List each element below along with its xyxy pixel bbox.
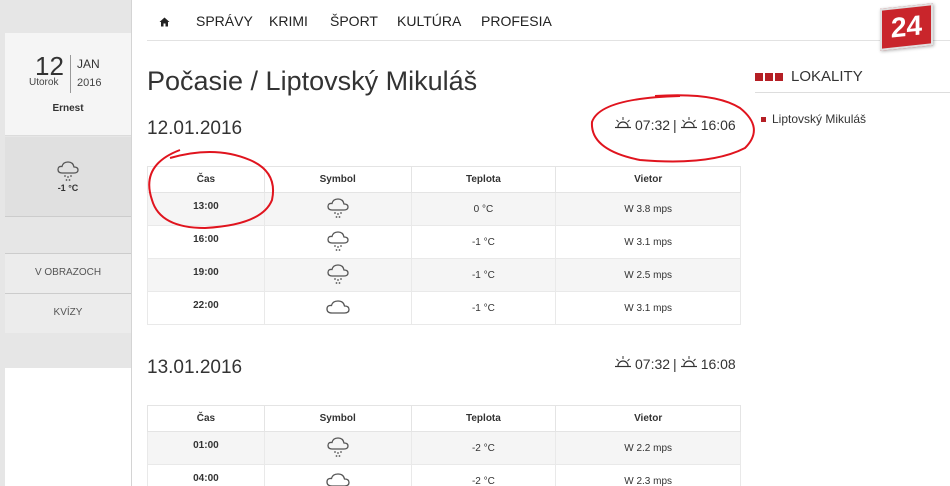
sunrise-icon [614, 355, 632, 372]
row-symbol [263, 258, 412, 292]
rail-link-v-obrazoch[interactable]: V OBRAZOCH [5, 253, 131, 293]
locality-link[interactable]: Liptovský Mikuláš [761, 112, 866, 126]
sun-separator: | [673, 355, 677, 372]
nav-spravy[interactable]: SPRÁVY [196, 13, 253, 29]
nav-sport[interactable]: ŠPORT [330, 13, 378, 29]
page-title: Počasie / Liptovský Mikuláš [147, 66, 478, 96]
snow-cloud-icon [325, 197, 351, 223]
table-row: 16:00 -1 °C W 3.1 mps [147, 225, 741, 259]
row-symbol [263, 192, 412, 226]
snow-cloud-icon [325, 230, 351, 256]
row-wind: W 3.1 mps [555, 291, 741, 325]
localities-heading: LOKALITY [755, 68, 863, 85]
localities-divider [755, 92, 950, 93]
sun-times: 07:32 | 16:06 [614, 116, 736, 133]
col-symbol: Symbol [263, 405, 412, 432]
row-wind: W 2.3 mps [555, 464, 741, 486]
sunset-icon [680, 116, 698, 133]
row-symbol [263, 225, 412, 259]
row-temp: -1 °C [410, 225, 557, 259]
row-temp: 0 °C [410, 192, 557, 226]
day-heading: 12.01.2016 [147, 118, 243, 139]
row-symbol [263, 431, 412, 465]
row-time: 04:00 [147, 464, 265, 486]
home-icon[interactable] [159, 14, 170, 32]
bullet-icon [761, 116, 766, 122]
sunrise-time: 07:32 [635, 116, 671, 133]
date-widget: 12 Utorok JAN 2016 Ernest [5, 33, 131, 136]
col-vietor: Vietor [555, 405, 741, 432]
top-nav: SPRÁVY KRIMI ŠPORT KULTÚRA PROFESIA [147, 0, 950, 41]
snow-cloud-icon [325, 263, 351, 289]
weather-widget[interactable]: -1 °C [5, 137, 131, 217]
col-vietor: Vietor [555, 166, 741, 193]
date-weekday: Utorok [29, 77, 59, 88]
table-row: 01:00 -2 °C W 2.2 mps [147, 431, 741, 465]
sunset-time: 16:08 [700, 355, 736, 372]
row-wind: W 2.5 mps [555, 258, 741, 292]
row-temp: -2 °C [410, 464, 557, 486]
rail-link-kvizy[interactable]: KVÍZY [5, 293, 131, 333]
col-cas: Čas [147, 405, 265, 432]
table-row: 13:00 0 °C W 3.8 mps [147, 192, 741, 226]
col-symbol: Symbol [263, 166, 412, 193]
date-month: JAN [77, 57, 100, 71]
date-divider [70, 55, 71, 93]
sunrise-time: 07:32 [635, 355, 671, 372]
row-symbol [263, 464, 412, 486]
weather-temp: -1 °C [57, 183, 79, 193]
row-time: 19:00 [147, 258, 265, 292]
nav-kultura[interactable]: KULTÚRA [397, 13, 461, 29]
col-teplota: Teplota [410, 166, 557, 193]
row-time: 22:00 [147, 291, 265, 325]
sunset-time: 16:06 [700, 116, 736, 133]
row-symbol [263, 291, 412, 325]
row-temp: -1 °C [410, 258, 557, 292]
snow-cloud-icon [325, 436, 351, 462]
row-wind: W 3.1 mps [555, 225, 741, 259]
table-row: 04:00 -2 °C W 2.3 mps [147, 464, 741, 486]
sun-times: 07:32 | 16:08 [614, 355, 736, 372]
localities-title: LOKALITY [791, 68, 863, 85]
date-year: 2016 [77, 77, 102, 89]
locality-label: Liptovský Mikuláš [772, 112, 867, 126]
table-row: 22:00 -1 °C W 3.1 mps [147, 291, 741, 325]
col-teplota: Teplota [410, 405, 557, 432]
row-temp: -2 °C [410, 431, 557, 465]
nav-krimi[interactable]: KRIMI [269, 13, 308, 29]
rail-blank-panel [5, 368, 131, 486]
sunset-icon [680, 355, 698, 372]
page: 12 Utorok JAN 2016 Ernest -1 °C V OBRAZO… [0, 0, 950, 486]
nav-profesia[interactable]: PROFESIA [481, 13, 552, 29]
left-rail: 12 Utorok JAN 2016 Ernest -1 °C V OBRAZO… [0, 0, 132, 486]
forecast-table: Čas Symbol Teplota Vietor 01:00 -2 °C W … [147, 405, 741, 486]
row-wind: W 3.8 mps [555, 192, 741, 226]
row-temp: -1 °C [410, 291, 557, 325]
cloud-icon [325, 472, 351, 486]
nameday: Ernest [52, 103, 84, 114]
row-time: 01:00 [147, 431, 265, 465]
row-wind: W 2.2 mps [555, 431, 741, 465]
cloud-icon [325, 299, 351, 320]
forecast-table: Čas Symbol Teplota Vietor 13:00 0 °C W 3… [147, 166, 741, 325]
heading-squares-icon [755, 68, 785, 85]
sun-separator: | [673, 116, 677, 133]
site-logo[interactable]: 24 [880, 3, 933, 51]
sunrise-icon [614, 116, 632, 133]
table-header: Čas Symbol Teplota Vietor [147, 166, 741, 193]
table-row: 19:00 -1 °C W 2.5 mps [147, 258, 741, 292]
table-header: Čas Symbol Teplota Vietor [147, 405, 741, 432]
row-time: 13:00 [147, 192, 265, 226]
row-time: 16:00 [147, 225, 265, 259]
col-cas: Čas [147, 166, 265, 193]
day-heading: 13.01.2016 [147, 357, 243, 378]
